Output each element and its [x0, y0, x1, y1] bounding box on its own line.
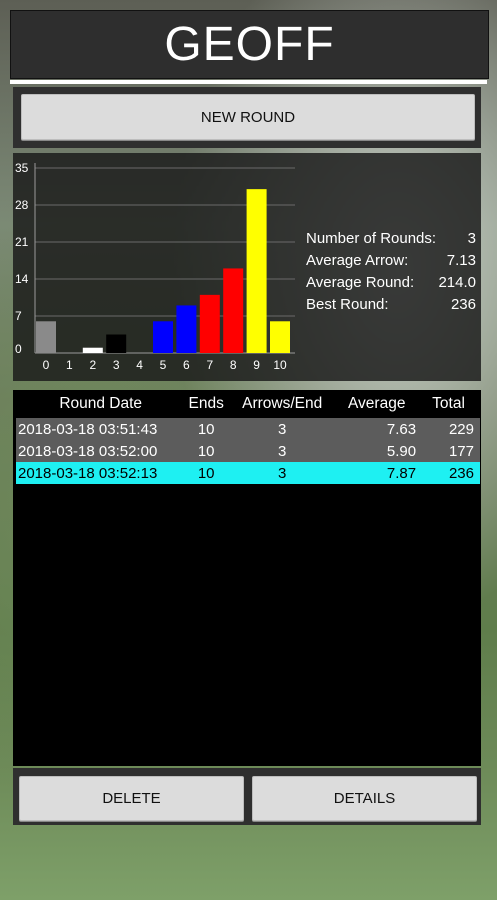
table-row[interactable]: 2018-03-18 03:51:43 10 3 7.63 229	[16, 418, 480, 440]
x-tick-label: 2	[89, 358, 96, 372]
stat-value: 236	[450, 296, 476, 313]
x-tick-label: 4	[136, 358, 143, 372]
cell-average: 7.63	[336, 418, 423, 440]
stat-row-rounds: Number of Rounds: 3	[306, 228, 476, 250]
y-tick-label: 14	[15, 272, 29, 286]
y-tick-label: 28	[15, 198, 29, 212]
stat-row-best-round: Best Round: 236	[306, 294, 476, 316]
bar-6	[176, 305, 197, 353]
stat-row-avg-round: Average Round: 214.0	[306, 272, 476, 294]
x-tick-label: 5	[160, 358, 167, 372]
bar-9	[246, 189, 267, 353]
title-bar: GEOFF	[10, 10, 489, 79]
cell-total: 177	[422, 440, 480, 462]
delete-button[interactable]: DELETE	[19, 776, 244, 821]
stats-panel: Number of Rounds: 3 Average Arrow: 7.13 …	[306, 228, 476, 316]
bar-3	[106, 334, 127, 353]
cell-date: 2018-03-18 03:51:43	[16, 418, 185, 440]
y-tick-label: 7	[15, 309, 22, 323]
column-header-arrows[interactable]: Arrows/End	[228, 390, 336, 418]
stat-row-avg-arrow: Average Arrow: 7.13	[306, 250, 476, 272]
stat-label: Average Arrow:	[306, 252, 409, 269]
stat-value: 3	[467, 230, 476, 247]
x-tick-label: 7	[206, 358, 213, 372]
bar-2	[82, 347, 103, 353]
score-histogram-chart: 0 7 14 21 28 35 0 1 2 3 4 5 6 7 8 9 10	[15, 161, 295, 372]
new-round-button[interactable]: NEW ROUND	[21, 94, 475, 140]
stat-value: 214.0	[438, 274, 476, 291]
x-tick-label: 9	[253, 358, 260, 372]
bar-5	[153, 321, 173, 353]
divider	[10, 80, 487, 84]
column-header-total[interactable]: Total	[422, 390, 480, 418]
cell-arrows: 3	[228, 440, 337, 462]
table-row-selected[interactable]: 2018-03-18 03:52:13 10 3 7.87 236	[16, 462, 480, 484]
bar-0	[36, 321, 56, 353]
y-tick-label: 35	[15, 161, 29, 175]
column-header-ends[interactable]: Ends	[184, 390, 228, 418]
bar-8	[223, 268, 244, 353]
x-tick-label: 0	[43, 358, 50, 372]
cell-ends: 10	[184, 440, 228, 462]
column-header-average[interactable]: Average	[336, 390, 422, 418]
stat-label: Best Round:	[306, 296, 389, 313]
y-tick-label: 0	[15, 342, 22, 356]
cell-average: 7.87	[336, 462, 423, 484]
cell-average: 5.90	[336, 440, 423, 462]
bar-10	[270, 321, 290, 353]
table-row[interactable]: 2018-03-18 03:52:00 10 3 5.90 177	[16, 440, 480, 462]
cell-total: 229	[422, 418, 480, 440]
bar-7	[199, 294, 220, 353]
page-title: GEOFF	[164, 18, 335, 71]
cell-ends: 10	[184, 418, 228, 440]
x-tick-label: 6	[183, 358, 190, 372]
cell-total: 236	[422, 462, 480, 484]
column-header-date[interactable]: Round Date	[16, 390, 184, 418]
cell-date: 2018-03-18 03:52:13	[16, 462, 185, 484]
cell-date: 2018-03-18 03:52:00	[16, 440, 185, 462]
stat-label: Number of Rounds:	[306, 230, 437, 247]
rounds-table: Round Date Ends Arrows/End Average Total…	[16, 390, 480, 484]
cell-arrows: 3	[228, 418, 337, 440]
x-tick-label: 3	[113, 358, 120, 372]
cell-ends: 10	[184, 462, 228, 484]
rounds-table-panel: Round Date Ends Arrows/End Average Total…	[13, 390, 481, 766]
stat-label: Average Round:	[306, 274, 415, 291]
table-header-row: Round Date Ends Arrows/End Average Total	[16, 390, 480, 418]
cell-arrows: 3	[228, 462, 337, 484]
x-tick-label: 10	[273, 358, 287, 372]
x-tick-label: 1	[66, 358, 73, 372]
details-button[interactable]: DETAILS	[252, 776, 477, 821]
x-tick-label: 8	[230, 358, 237, 372]
stat-value: 7.13	[446, 252, 476, 269]
y-tick-label: 21	[15, 235, 29, 249]
